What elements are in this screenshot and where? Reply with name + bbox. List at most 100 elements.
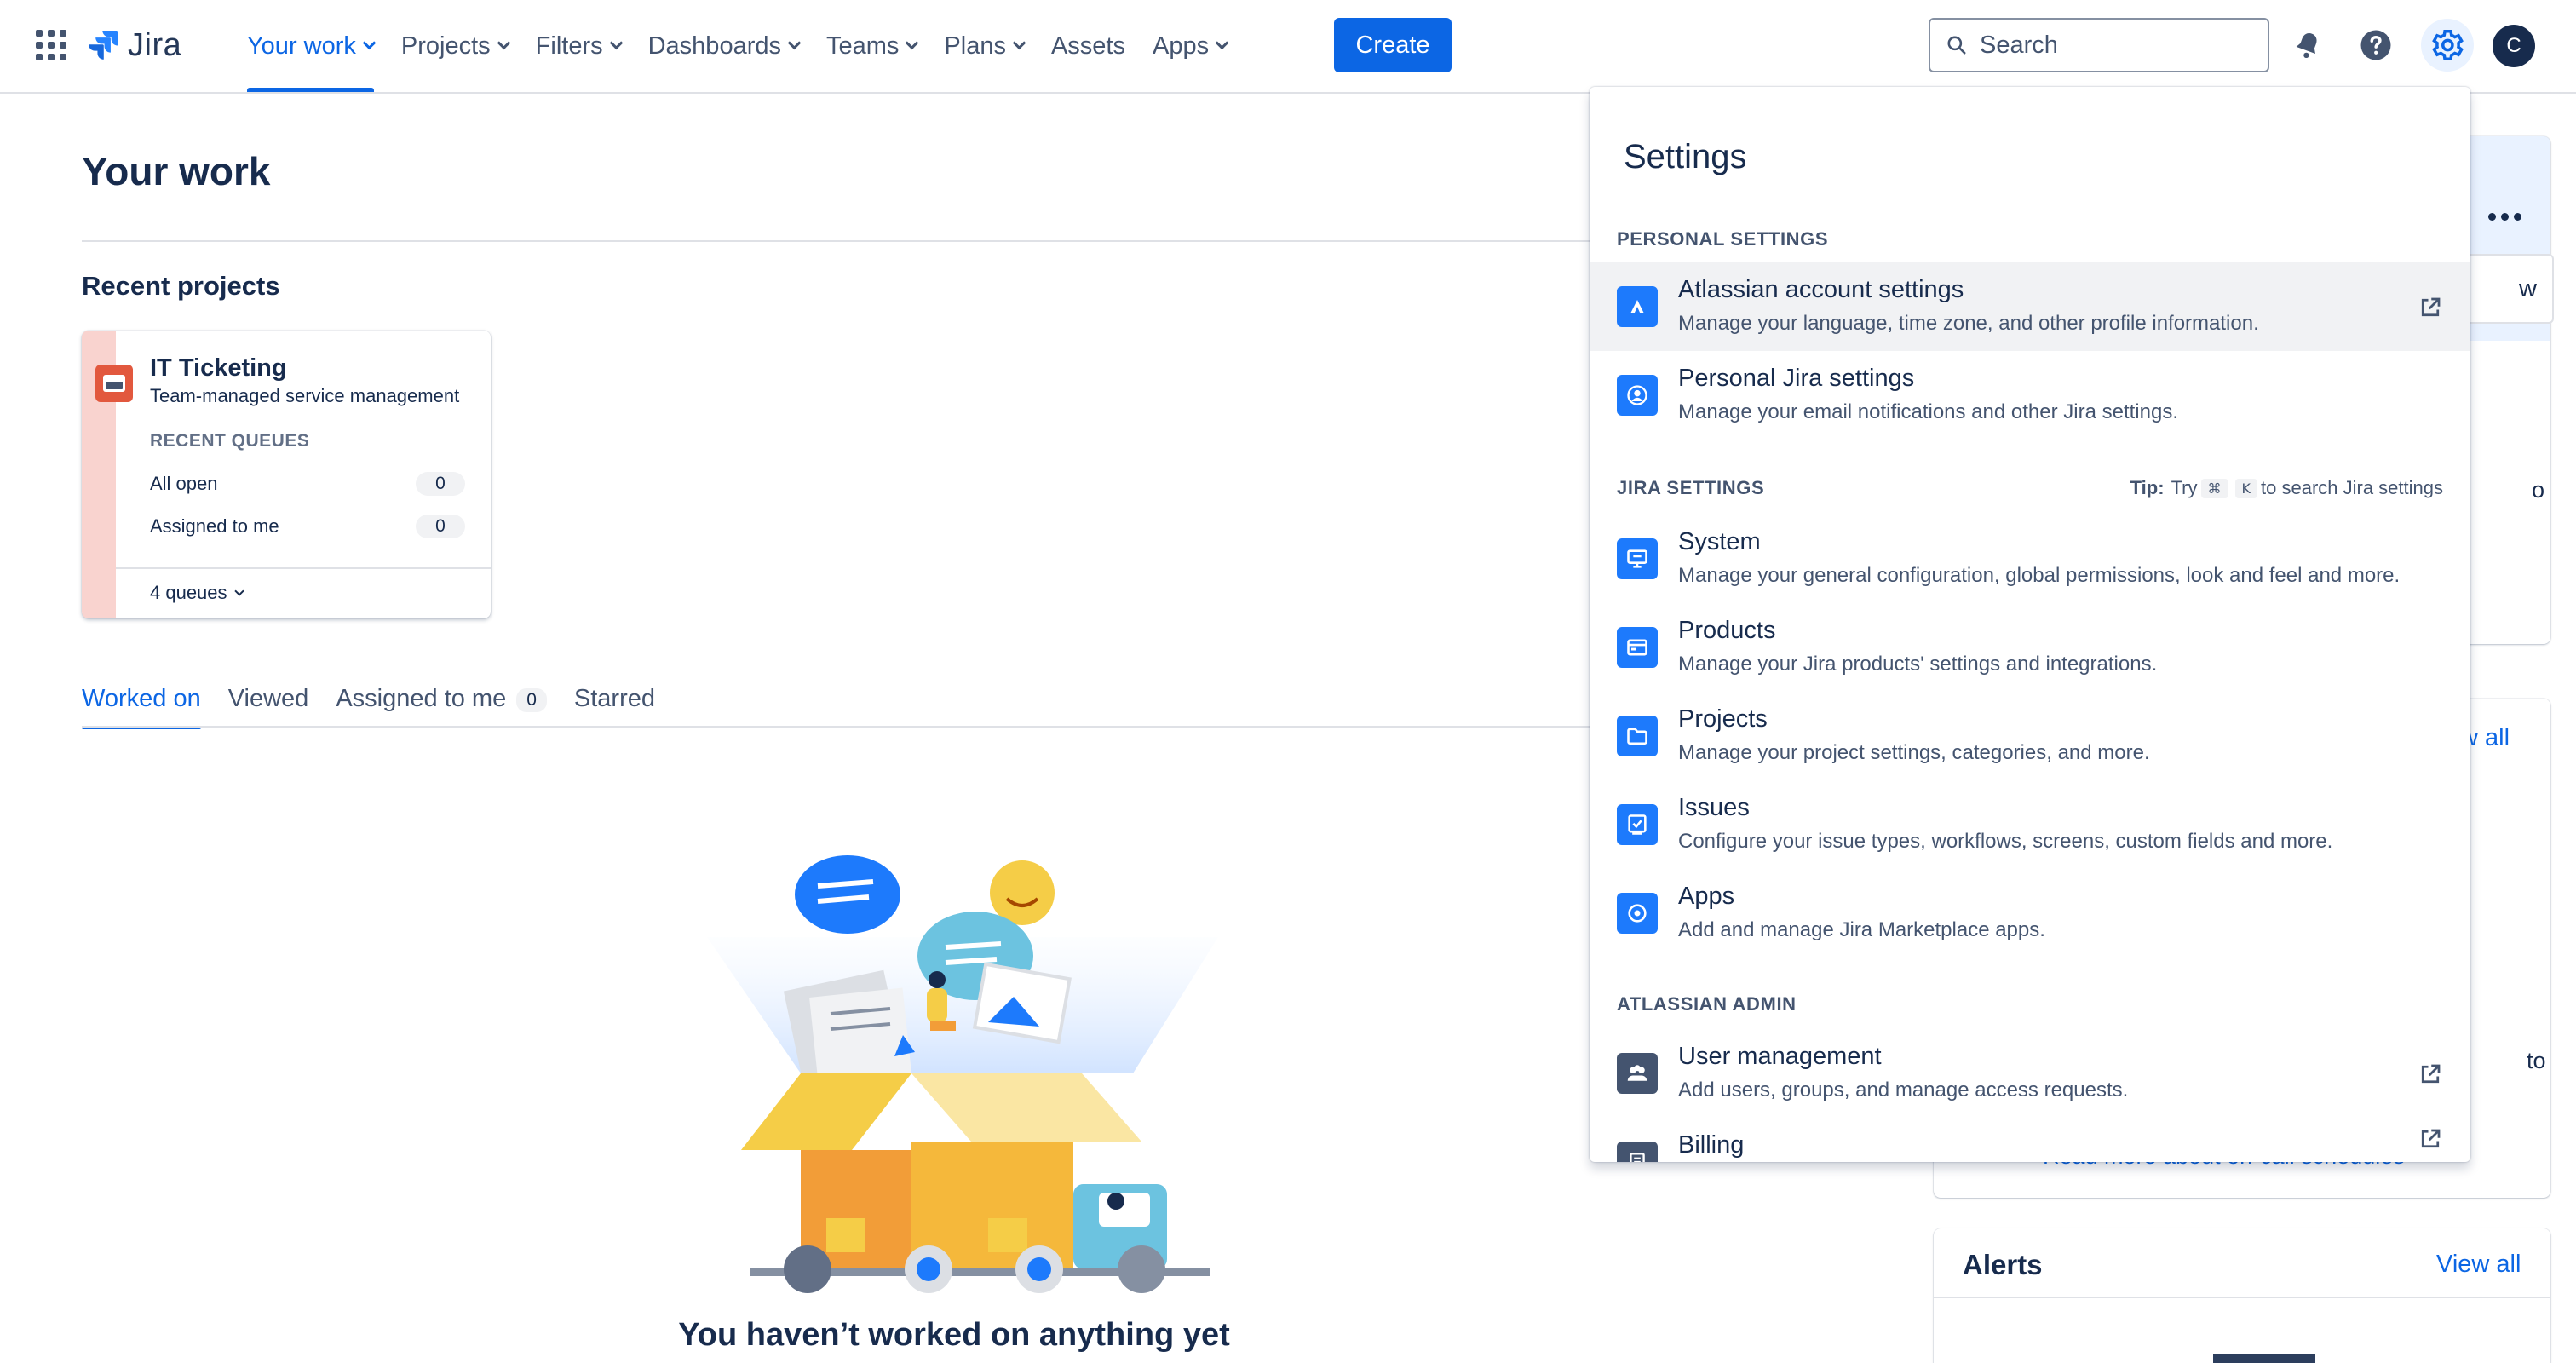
alerts-view-all-link[interactable]: View all [2436, 1251, 2521, 1279]
queue-count: 0 [416, 472, 465, 496]
tab-label: Viewed [227, 685, 309, 712]
primary-nav: Your work Projects Filters Dashboards Teams P… [235, 0, 1242, 92]
notifications-bell-icon[interactable] [2286, 24, 2329, 66]
nav-item-teams[interactable]: Teams [814, 0, 929, 92]
nav-item-filters[interactable]: Filters [524, 0, 633, 92]
tabs-divider [82, 726, 1683, 728]
nav-item-projects[interactable]: Projects [389, 0, 520, 92]
menu-item-apps[interactable]: Apps Add and manage Jira Marketplace app… [1590, 869, 2470, 958]
recent-projects-heading: Recent projects [82, 271, 280, 301]
queue-row[interactable]: Assigned to me 0 [150, 515, 465, 538]
project-name[interactable]: IT Ticketing [150, 354, 287, 382]
user-avatar[interactable]: C [2493, 25, 2535, 67]
chevron-down-icon [233, 585, 244, 596]
queues-dropdown[interactable]: 4 queues [150, 582, 244, 604]
menu-item-system[interactable]: System Manage your general configuration… [1590, 515, 2470, 603]
search-box[interactable] [1929, 18, 2269, 72]
menu-item-products[interactable]: Products Manage your Jira products' sett… [1590, 603, 2470, 692]
external-link-icon [2421, 1129, 2441, 1148]
nav-item-label: Assets [1050, 32, 1125, 60]
menu-item-description: Manage your language, time zone, and oth… [1678, 312, 2259, 335]
settings-title: Settings [1624, 138, 1747, 175]
tab-viewed[interactable]: Viewed [228, 682, 309, 728]
menu-item-title: Personal Jira settings [1678, 365, 1915, 392]
menu-item-user-management[interactable]: User management Add users, groups, and m… [1590, 1029, 2470, 1118]
personal-settings-heading: PERSONAL SETTINGS [1617, 228, 1829, 250]
tab-assigned-to-me[interactable]: Assigned to me 0 [336, 682, 547, 728]
card-divider [116, 567, 491, 569]
menu-item-description: Add and manage Jira Marketplace apps. [1678, 918, 2045, 941]
jira-settings-heading: JIRA SETTINGS [1617, 477, 1765, 498]
nav-item-your-work[interactable]: Your work [235, 0, 386, 92]
divider [82, 240, 1683, 242]
nav-item-dashboards[interactable]: Dashboards [636, 0, 811, 92]
search-icon [1947, 36, 1966, 55]
menu-item-title: Projects [1678, 705, 1768, 733]
menu-item-title: Atlassian account settings [1678, 276, 1964, 303]
menu-item-title: System [1678, 528, 1761, 555]
create-button[interactable]: Create [1334, 18, 1452, 72]
project-avatar-icon [95, 365, 133, 402]
logo-text: Jira [128, 26, 182, 63]
menu-item-projects[interactable]: Projects Manage your project settings, c… [1590, 692, 2470, 780]
menu-item-atlassian-account[interactable]: Atlassian account settings Manage your l… [1590, 262, 2470, 351]
chevron-down-icon [906, 36, 919, 49]
kbd-k: K [2234, 478, 2258, 498]
chevron-down-icon [609, 36, 623, 49]
tip-pre: Try [2171, 477, 2198, 498]
menu-item-billing[interactable]: Billing [1590, 1118, 2470, 1162]
alerts-divider [1934, 1297, 2550, 1298]
queue-label: All open [150, 473, 218, 494]
chevron-down-icon [497, 36, 510, 49]
monitor-icon [1617, 538, 1658, 579]
billing-icon [1617, 1142, 1658, 1162]
keyboard-tip: Tip: Try ⌘ K to search Jira settings [2130, 477, 2443, 499]
more-options-icon[interactable] [2483, 213, 2521, 221]
menu-item-description: Manage your project settings, categories… [1678, 741, 2150, 764]
nav-item-label: Projects [400, 32, 491, 60]
nav-item-assets[interactable]: Assets [1039, 0, 1137, 92]
top-navigation: Jira Your work Projects Filters Dashboards T… [0, 0, 2576, 94]
tab-label: Assigned to me [336, 685, 507, 712]
settings-gear-icon[interactable] [2421, 19, 2474, 72]
menu-item-title: Billing [1678, 1131, 1745, 1159]
chevron-down-icon [1215, 36, 1229, 49]
menu-item-title: User management [1678, 1043, 1882, 1070]
atlassian-admin-heading: ATLASSIAN ADMIN [1617, 993, 1797, 1015]
tab-starred[interactable]: Starred [574, 682, 655, 728]
external-link-icon [2421, 297, 2441, 317]
settings-dropdown: Settings PERSONAL SETTINGS Atlassian acc… [1590, 87, 2470, 1162]
atlassian-icon [1617, 286, 1658, 327]
queue-label: Assigned to me [150, 515, 279, 537]
project-card[interactable]: IT Ticketing Team-managed service manage… [82, 331, 491, 618]
chevron-down-icon [787, 36, 802, 49]
external-link-icon [2421, 1064, 2441, 1084]
menu-item-personal-jira[interactable]: Personal Jira settings Manage your email… [1590, 351, 2470, 440]
jira-logo[interactable]: Jira [85, 24, 181, 66]
empty-state-title: You haven’t worked on anything yet [678, 1317, 1230, 1353]
help-icon[interactable] [2355, 24, 2397, 66]
queue-count: 0 [416, 515, 465, 538]
nav-item-plans[interactable]: Plans [932, 0, 1036, 92]
menu-item-description: Configure your issue types, workflows, s… [1678, 830, 2333, 853]
apps-target-icon [1617, 893, 1658, 934]
page-title: Your work [82, 149, 271, 193]
nav-item-label: Your work [247, 32, 356, 60]
tip-label: Tip: [2130, 477, 2165, 498]
queue-row[interactable]: All open 0 [150, 472, 465, 496]
chevron-down-icon [1012, 36, 1026, 49]
menu-item-description: Manage your Jira products' settings and … [1678, 653, 2158, 676]
alerts-graphic [2213, 1354, 2315, 1363]
queues-link-label: 4 queues [150, 582, 227, 603]
nav-item-label: Dashboards [647, 32, 781, 60]
nav-item-apps[interactable]: Apps [1141, 0, 1239, 92]
jira-logo-icon [89, 30, 118, 60]
tab-worked-on[interactable]: Worked on [82, 682, 201, 729]
people-icon [1617, 1053, 1658, 1094]
search-input[interactable] [1980, 31, 2252, 60]
menu-item-issues[interactable]: Issues Configure your issue types, workf… [1590, 780, 2470, 869]
tab-label: Worked on [82, 685, 201, 712]
panel-text: o [2532, 477, 2545, 503]
app-switcher-icon[interactable] [36, 30, 66, 60]
issue-icon [1617, 804, 1658, 845]
